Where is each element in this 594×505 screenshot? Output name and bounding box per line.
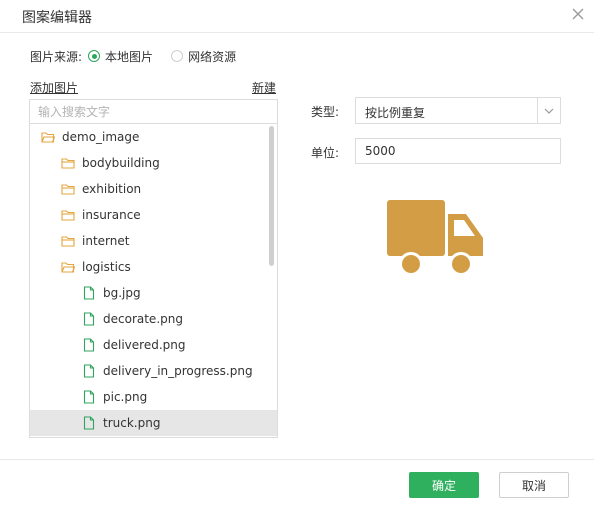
add-image-link[interactable]: 添加图片: [30, 79, 78, 96]
folder-icon: [61, 236, 75, 247]
new-link[interactable]: 新建: [252, 79, 276, 96]
tree-item-exhibition[interactable]: exhibition: [30, 176, 277, 202]
folder-open-icon: [41, 132, 55, 143]
tree-item-insurance[interactable]: insurance: [30, 202, 277, 228]
image-tree-panel: demo_image bodybuilding exhibition: [29, 99, 278, 438]
folder-icon: [61, 210, 75, 221]
tree-item-label: exhibition: [82, 182, 142, 196]
close-icon[interactable]: [571, 7, 585, 21]
radio-local-image[interactable]: 本地图片: [88, 48, 153, 65]
tree-item-label: truck.png: [103, 416, 161, 430]
search-input[interactable]: [30, 100, 277, 124]
radio-unchecked-icon[interactable]: [171, 50, 184, 62]
tree-item-demo-image[interactable]: demo_image: [30, 124, 277, 150]
tree-item-pic-png[interactable]: pic.png: [30, 384, 277, 410]
tree-item-label: bodybuilding: [82, 156, 160, 170]
tree-scrollbar[interactable]: [269, 126, 274, 266]
file-icon: [83, 286, 95, 300]
radio-local-image-label: 本地图片: [105, 49, 154, 64]
radio-checked-icon[interactable]: [88, 50, 101, 62]
radio-web-resource[interactable]: 网络资源: [171, 48, 236, 65]
folder-icon: [61, 184, 75, 195]
tree-item-label: logistics: [82, 260, 131, 274]
chevron-down-icon: [544, 108, 554, 114]
radio-web-resource-label: 网络资源: [188, 49, 237, 64]
folder-open-icon: [61, 262, 75, 273]
type-select[interactable]: 按比例重复: [355, 97, 561, 124]
tree-item-decorate-png[interactable]: decorate.png: [30, 306, 277, 332]
pattern-editor-dialog: 图案编辑器 图片来源: 本地图片 网络资源 添加图片 新建 demo_ima: [0, 0, 594, 504]
tree-item-delivered-png[interactable]: delivered.png: [30, 332, 277, 358]
tree-item-label: insurance: [82, 208, 141, 222]
file-icon: [83, 312, 95, 326]
tree-item-internet[interactable]: internet: [30, 228, 277, 254]
title-bar: 图案编辑器: [0, 0, 594, 33]
ok-button[interactable]: 确定: [409, 472, 479, 498]
file-icon: [83, 364, 95, 378]
image-source-row: 图片来源: 本地图片 网络资源: [30, 46, 236, 66]
image-source-label: 图片来源:: [30, 49, 83, 64]
tree-item-label: pic.png: [103, 390, 148, 404]
image-tree: demo_image bodybuilding exhibition insur…: [30, 124, 277, 436]
tree-item-bg-jpg[interactable]: bg.jpg: [30, 280, 277, 306]
tree-item-label: internet: [82, 234, 130, 248]
file-icon: [83, 390, 95, 404]
tree-item-label: delivery_in_progress.png: [103, 364, 253, 378]
tree-item-label: demo_image: [62, 130, 140, 144]
unit-label: 单位:: [311, 146, 340, 160]
dialog-title: 图案编辑器: [22, 10, 92, 26]
file-icon: [83, 338, 95, 352]
tree-item-bodybuilding[interactable]: bodybuilding: [30, 150, 277, 176]
tree-actions: 添加图片 新建: [30, 79, 276, 97]
file-icon: [83, 416, 95, 430]
folder-icon: [61, 158, 75, 169]
truck-icon: [387, 200, 483, 276]
unit-input[interactable]: [355, 138, 561, 164]
tree-item-label: decorate.png: [103, 312, 183, 326]
tree-item-logistics[interactable]: logistics: [30, 254, 277, 280]
cancel-button[interactable]: 取消: [499, 472, 569, 498]
tree-item-label: delivered.png: [103, 338, 186, 352]
tree-item-truck-png[interactable]: truck.png: [30, 410, 277, 436]
type-label: 类型:: [311, 105, 340, 119]
tree-item-label: bg.jpg: [103, 286, 141, 300]
tree-item-delivery-in-progress-png[interactable]: delivery_in_progress.png: [30, 358, 277, 384]
dropdown-toggle[interactable]: [537, 98, 560, 123]
type-select-value: 按比例重复: [365, 106, 426, 120]
